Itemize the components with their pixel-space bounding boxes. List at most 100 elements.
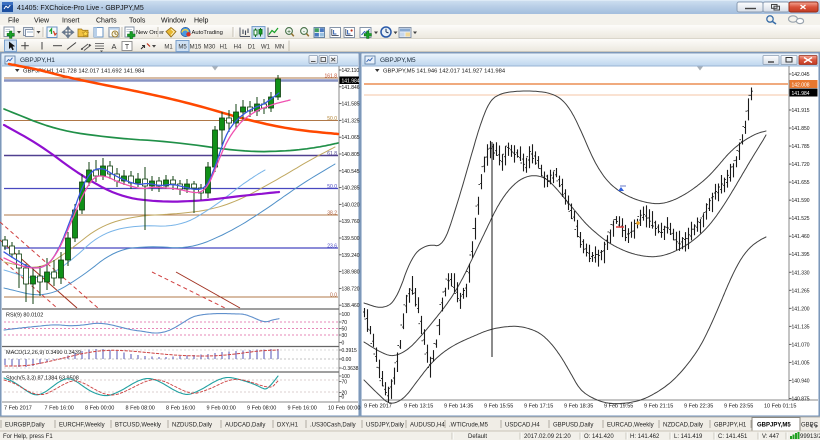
svg-text:L: 141.419: L: 141.419 — [674, 434, 703, 440]
svg-text:141.135: 141.135 — [792, 324, 810, 330]
svg-text:H: 141.462: H: 141.462 — [630, 434, 660, 440]
svg-text:EURCAD,Weekly: EURCAD,Weekly — [607, 423, 654, 429]
svg-text:.WTICrude,M5: .WTICrude,M5 — [449, 423, 489, 429]
svg-text:142.110: 142.110 — [342, 68, 360, 74]
svg-text:161.8: 161.8 — [324, 74, 337, 80]
svg-text:70: 70 — [342, 320, 348, 326]
svg-text:138.980: 138.980 — [342, 270, 360, 276]
svg-text:9 Feb 00:00: 9 Feb 00:00 — [207, 406, 236, 412]
svg-text:141.330: 141.330 — [792, 270, 810, 276]
svg-text:141.655: 141.655 — [792, 180, 810, 186]
svg-text:138.720: 138.720 — [342, 286, 360, 292]
svg-text:100: 100 — [342, 312, 351, 318]
svg-text:38.2: 38.2 — [327, 211, 337, 217]
svg-text:GBPUSD,Daily: GBPUSD,Daily — [553, 423, 593, 429]
svg-text:M30: M30 — [204, 45, 216, 51]
svg-text:141.265: 141.265 — [792, 288, 810, 294]
svg-text:0: 0 — [342, 340, 345, 346]
svg-text:9 Feb 2017: 9 Feb 2017 — [364, 404, 392, 410]
svg-text:141.785: 141.785 — [792, 144, 810, 150]
svg-text:W1: W1 — [261, 45, 271, 51]
svg-text:9 Feb 16:00: 9 Feb 16:00 — [288, 406, 317, 412]
svg-text:70: 70 — [342, 379, 348, 385]
svg-text:BTCUSD,Weekly: BTCUSD,Weekly — [115, 423, 161, 429]
svg-text:GBPJPY,H1: GBPJPY,H1 — [20, 57, 55, 64]
svg-text:140.940: 140.940 — [792, 378, 810, 384]
svg-text:+: + — [287, 28, 291, 35]
svg-text:Default: Default — [468, 434, 487, 440]
svg-text:140.020: 140.020 — [342, 202, 360, 208]
svg-text:8 Feb 00:00: 8 Feb 00:00 — [85, 406, 114, 412]
svg-text:141.005: 141.005 — [792, 360, 810, 366]
svg-text:61.8: 61.8 — [327, 151, 337, 157]
svg-text:9 Feb 19:55: 9 Feb 19:55 — [604, 404, 633, 410]
svg-text:0.0: 0.0 — [330, 293, 337, 299]
svg-text:C: 141.451: C: 141.451 — [718, 434, 748, 440]
svg-text:139.760: 139.760 — [342, 219, 360, 225]
svg-text:139.500: 139.500 — [342, 236, 360, 242]
svg-text:140.805: 140.805 — [342, 152, 360, 158]
svg-text:A: A — [111, 42, 116, 51]
svg-text:2017.02.09 21:20: 2017.02.09 21:20 — [524, 434, 571, 440]
svg-text:9 Feb 22:35: 9 Feb 22:35 — [684, 404, 713, 410]
svg-text:9 Feb 21:15: 9 Feb 21:15 — [644, 404, 673, 410]
svg-text:NZDCAD,Daily: NZDCAD,Daily — [663, 423, 703, 429]
svg-text:View: View — [34, 17, 50, 24]
svg-text:9 Feb 15:55: 9 Feb 15:55 — [484, 404, 513, 410]
svg-text:141.070: 141.070 — [792, 342, 810, 348]
svg-text:AUDCAD,Daily: AUDCAD,Daily — [225, 423, 265, 429]
svg-text:139.240: 139.240 — [342, 253, 360, 259]
svg-text:AUDUSD,H4: AUDUSD,H4 — [410, 423, 445, 429]
svg-text:EURCHF,Weekly: EURCHF,Weekly — [59, 423, 105, 429]
svg-text:141.325: 141.325 — [342, 118, 360, 124]
svg-text:New Order: New Order — [136, 30, 164, 36]
svg-text:138.460: 138.460 — [342, 303, 360, 309]
svg-text:50: 50 — [342, 326, 348, 332]
svg-text:AutoTrading: AutoTrading — [192, 30, 223, 36]
svg-text:H1: H1 — [220, 45, 228, 51]
svg-text:.US30Cash,Daily: .US30Cash,Daily — [310, 423, 356, 429]
svg-text:141.585: 141.585 — [342, 102, 360, 108]
svg-text:8 Feb 08:00: 8 Feb 08:00 — [126, 406, 155, 412]
svg-text:141.846: 141.846 — [342, 85, 360, 91]
svg-text:141.395: 141.395 — [792, 252, 810, 258]
svg-text:140.545: 140.545 — [342, 169, 360, 175]
svg-text:M5: M5 — [178, 45, 187, 51]
svg-text:-: - — [303, 28, 305, 35]
svg-text:GBPJPY,H1: GBPJPY,H1 — [714, 423, 747, 429]
svg-text:141.850: 141.850 — [792, 126, 810, 132]
svg-text:RSI(9) 80.0102: RSI(9) 80.0102 — [6, 313, 43, 319]
svg-text:23.6: 23.6 — [327, 244, 337, 250]
svg-text:-0.3638: -0.3638 — [342, 366, 359, 372]
svg-text:O: 141.420: O: 141.420 — [584, 434, 614, 440]
svg-text:7 Feb 2017: 7 Feb 2017 — [4, 406, 32, 412]
svg-text:140.285: 140.285 — [342, 186, 360, 192]
svg-text:142.008: 142.008 — [792, 82, 810, 88]
svg-text:9 Feb 08:00: 9 Feb 08:00 — [247, 406, 276, 412]
svg-text:141.984: 141.984 — [342, 79, 360, 85]
svg-text:USDJPY,Daily: USDJPY,Daily — [366, 423, 404, 429]
svg-text:MN: MN — [275, 45, 284, 51]
svg-text:141.525: 141.525 — [792, 216, 810, 222]
svg-text:141.915: 141.915 — [792, 108, 810, 114]
svg-text:9 Feb 23:55: 9 Feb 23:55 — [724, 404, 753, 410]
svg-text:DXY,H1: DXY,H1 — [277, 423, 299, 429]
svg-text:141.720: 141.720 — [792, 162, 810, 168]
svg-text:File: File — [8, 17, 19, 24]
svg-text:30: 30 — [342, 333, 348, 339]
svg-text:H4: H4 — [234, 45, 242, 51]
svg-text:T: T — [125, 44, 130, 51]
svg-text:9 Feb 17:15: 9 Feb 17:15 — [524, 404, 553, 410]
svg-text:M1: M1 — [164, 45, 173, 51]
svg-text:Charts: Charts — [96, 17, 117, 24]
svg-text:99913/28 kb: 99913/28 kb — [800, 434, 820, 440]
svg-text:D1: D1 — [248, 45, 256, 51]
svg-text:For Help, press F1: For Help, press F1 — [3, 434, 53, 440]
svg-text:GBPJPY,M5: GBPJPY,M5 — [757, 423, 791, 429]
svg-text:10 Feb 00:00: 10 Feb 00:00 — [328, 406, 360, 412]
svg-text:GBPJPY,M5 141.946 142.017 141: GBPJPY,M5 141.946 142.017 141.927 141.98… — [383, 69, 506, 75]
svg-text:50.0: 50.0 — [327, 116, 337, 122]
svg-text:0.3915: 0.3915 — [342, 348, 358, 354]
svg-text:140.875: 140.875 — [792, 396, 810, 402]
svg-text:NZDUSD,Daily: NZDUSD,Daily — [172, 423, 212, 429]
